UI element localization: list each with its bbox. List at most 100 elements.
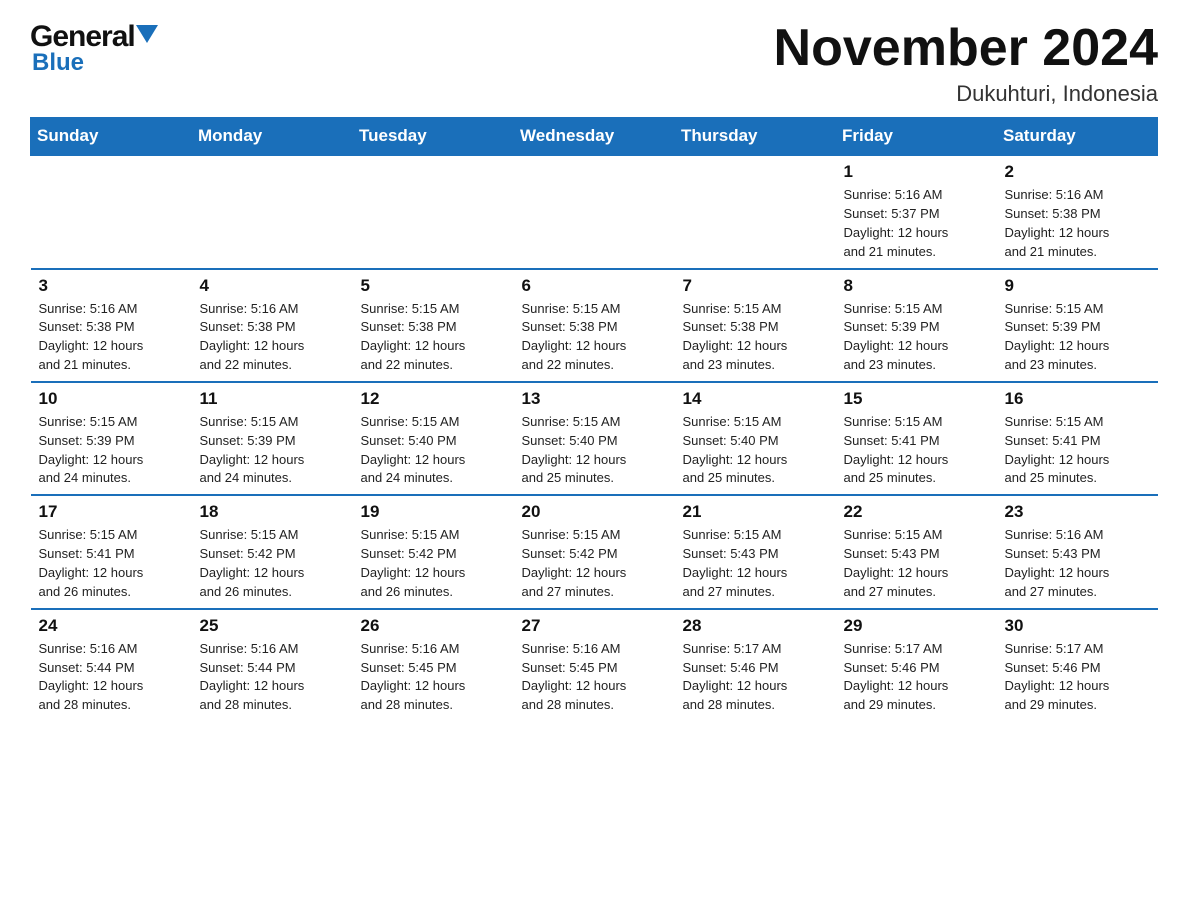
day-number: 4: [200, 276, 345, 296]
day-number: 23: [1005, 502, 1150, 522]
day-info: Sunrise: 5:15 AM Sunset: 5:41 PM Dayligh…: [39, 526, 184, 601]
weekday-header-tuesday: Tuesday: [353, 118, 514, 156]
day-number: 17: [39, 502, 184, 522]
day-info: Sunrise: 5:15 AM Sunset: 5:39 PM Dayligh…: [1005, 300, 1150, 375]
calendar-cell: [353, 155, 514, 268]
day-info: Sunrise: 5:15 AM Sunset: 5:38 PM Dayligh…: [522, 300, 667, 375]
calendar-cell: 11Sunrise: 5:15 AM Sunset: 5:39 PM Dayli…: [192, 382, 353, 495]
day-info: Sunrise: 5:15 AM Sunset: 5:40 PM Dayligh…: [361, 413, 506, 488]
calendar-cell: 14 Sunrise: 5:15 AM Sunset: 5:40 PM Dayli…: [675, 382, 836, 495]
logo: General Blue: [30, 20, 158, 77]
day-info: Sunrise: 5:15 AM Sunset: 5:43 PM Dayligh…: [844, 526, 989, 601]
day-info: Sunrise: 5:16 AM Sunset: 5:43 PM Dayligh…: [1005, 526, 1150, 601]
day-number: 20: [522, 502, 667, 522]
day-number: 2: [1005, 162, 1150, 182]
day-info: Sunrise: 5:15 AM Sunset: 5:42 PM Dayligh…: [522, 526, 667, 601]
calendar-cell: 25 Sunrise: 5:16 AM Sunset: 5:44 PM Dayli…: [192, 609, 353, 721]
day-number: 18: [200, 502, 345, 522]
calendar-cell: 26 Sunrise: 5:16 AM Sunset: 5:45 PM Dayli…: [353, 609, 514, 721]
calendar-cell: 22 Sunrise: 5:15 AM Sunset: 5:43 PM Dayli…: [836, 495, 997, 608]
page-header: General Blue November 2024 Dukuhturi, In…: [30, 20, 1158, 107]
logo-blue-text: Blue: [32, 49, 84, 77]
day-info: Sunrise: 5:16 AM Sunset: 5:38 PM Dayligh…: [1005, 186, 1150, 261]
day-number: 7: [683, 276, 828, 296]
title-area: November 2024 Dukuhturi, Indonesia: [774, 20, 1158, 107]
day-number: 25: [200, 616, 345, 636]
calendar-cell: 28Sunrise: 5:17 AM Sunset: 5:46 PM Dayli…: [675, 609, 836, 721]
calendar-cell: 16Sunrise: 5:15 AM Sunset: 5:41 PM Dayli…: [997, 382, 1158, 495]
day-info: Sunrise: 5:15 AM Sunset: 5:43 PM Dayligh…: [683, 526, 828, 601]
day-info: Sunrise: 5:16 AM Sunset: 5:37 PM Dayligh…: [844, 186, 989, 261]
day-number: 29: [844, 616, 989, 636]
day-number: 12: [361, 389, 506, 409]
calendar-cell: 9 Sunrise: 5:15 AM Sunset: 5:39 PM Daylig…: [997, 269, 1158, 382]
day-info: Sunrise: 5:16 AM Sunset: 5:38 PM Dayligh…: [200, 300, 345, 375]
day-number: 9: [1005, 276, 1150, 296]
weekday-header-row: SundayMondayTuesdayWednesdayThursdayFrid…: [31, 118, 1158, 156]
calendar-cell: 13 Sunrise: 5:15 AM Sunset: 5:40 PM Dayli…: [514, 382, 675, 495]
calendar-table: SundayMondayTuesdayWednesdayThursdayFrid…: [30, 117, 1158, 721]
day-number: 13: [522, 389, 667, 409]
logo-triangle-icon: [136, 25, 158, 47]
weekday-header-sunday: Sunday: [31, 118, 192, 156]
week-row-4: 17 Sunrise: 5:15 AM Sunset: 5:41 PM Dayli…: [31, 495, 1158, 608]
day-number: 3: [39, 276, 184, 296]
day-info: Sunrise: 5:17 AM Sunset: 5:46 PM Dayligh…: [1005, 640, 1150, 715]
day-number: 10: [39, 389, 184, 409]
day-number: 6: [522, 276, 667, 296]
calendar-cell: 2 Sunrise: 5:16 AM Sunset: 5:38 PM Daylig…: [997, 155, 1158, 268]
month-title: November 2024: [774, 20, 1158, 77]
calendar-cell: 18 Sunrise: 5:15 AM Sunset: 5:42 PM Dayli…: [192, 495, 353, 608]
day-info: Sunrise: 5:16 AM Sunset: 5:44 PM Dayligh…: [200, 640, 345, 715]
day-number: 14: [683, 389, 828, 409]
day-info: Sunrise: 5:15 AM Sunset: 5:40 PM Dayligh…: [522, 413, 667, 488]
day-info: Sunrise: 5:15 AM Sunset: 5:41 PM Dayligh…: [844, 413, 989, 488]
day-info: Sunrise: 5:16 AM Sunset: 5:45 PM Dayligh…: [522, 640, 667, 715]
calendar-cell: 27 Sunrise: 5:16 AM Sunset: 5:45 PM Dayli…: [514, 609, 675, 721]
day-number: 5: [361, 276, 506, 296]
day-number: 16: [1005, 389, 1150, 409]
week-row-3: 10 Sunrise: 5:15 AM Sunset: 5:39 PM Dayli…: [31, 382, 1158, 495]
day-number: 19: [361, 502, 506, 522]
calendar-cell: 1 Sunrise: 5:16 AM Sunset: 5:37 PM Daylig…: [836, 155, 997, 268]
day-info: Sunrise: 5:15 AM Sunset: 5:42 PM Dayligh…: [200, 526, 345, 601]
day-number: 1: [844, 162, 989, 182]
calendar-cell: 30 Sunrise: 5:17 AM Sunset: 5:46 PM Dayli…: [997, 609, 1158, 721]
calendar-cell: 24Sunrise: 5:16 AM Sunset: 5:44 PM Dayli…: [31, 609, 192, 721]
calendar-cell: 10Sunrise: 5:15 AM Sunset: 5:39 PM Dayli…: [31, 382, 192, 495]
day-info: Sunrise: 5:15 AM Sunset: 5:38 PM Dayligh…: [683, 300, 828, 375]
calendar-cell: 15 Sunrise: 5:15 AM Sunset: 5:41 PM Dayli…: [836, 382, 997, 495]
calendar-cell: 19 Sunrise: 5:15 AM Sunset: 5:42 PM Dayli…: [353, 495, 514, 608]
day-info: Sunrise: 5:17 AM Sunset: 5:46 PM Dayligh…: [844, 640, 989, 715]
calendar-cell: [31, 155, 192, 268]
day-info: Sunrise: 5:15 AM Sunset: 5:39 PM Dayligh…: [844, 300, 989, 375]
day-number: 26: [361, 616, 506, 636]
day-info: Sunrise: 5:15 AM Sunset: 5:39 PM Dayligh…: [200, 413, 345, 488]
week-row-1: 1 Sunrise: 5:16 AM Sunset: 5:37 PM Daylig…: [31, 155, 1158, 268]
day-info: Sunrise: 5:15 AM Sunset: 5:40 PM Dayligh…: [683, 413, 828, 488]
weekday-header-wednesday: Wednesday: [514, 118, 675, 156]
day-info: Sunrise: 5:16 AM Sunset: 5:38 PM Dayligh…: [39, 300, 184, 375]
weekday-header-thursday: Thursday: [675, 118, 836, 156]
day-info: Sunrise: 5:15 AM Sunset: 5:42 PM Dayligh…: [361, 526, 506, 601]
week-row-2: 3 Sunrise: 5:16 AM Sunset: 5:38 PM Daylig…: [31, 269, 1158, 382]
weekday-header-monday: Monday: [192, 118, 353, 156]
day-number: 30: [1005, 616, 1150, 636]
day-number: 22: [844, 502, 989, 522]
day-number: 21: [683, 502, 828, 522]
calendar-cell: 3 Sunrise: 5:16 AM Sunset: 5:38 PM Daylig…: [31, 269, 192, 382]
calendar-cell: 29 Sunrise: 5:17 AM Sunset: 5:46 PM Dayli…: [836, 609, 997, 721]
calendar-cell: [192, 155, 353, 268]
day-number: 28: [683, 616, 828, 636]
weekday-header-friday: Friday: [836, 118, 997, 156]
day-info: Sunrise: 5:16 AM Sunset: 5:45 PM Dayligh…: [361, 640, 506, 715]
calendar-cell: 6 Sunrise: 5:15 AM Sunset: 5:38 PM Daylig…: [514, 269, 675, 382]
calendar-cell: 4 Sunrise: 5:16 AM Sunset: 5:38 PM Daylig…: [192, 269, 353, 382]
calendar-cell: 5Sunrise: 5:15 AM Sunset: 5:38 PM Daylig…: [353, 269, 514, 382]
calendar-cell: [675, 155, 836, 268]
calendar-cell: 17 Sunrise: 5:15 AM Sunset: 5:41 PM Dayli…: [31, 495, 192, 608]
calendar-cell: 21 Sunrise: 5:15 AM Sunset: 5:43 PM Dayli…: [675, 495, 836, 608]
day-number: 15: [844, 389, 989, 409]
calendar-cell: [514, 155, 675, 268]
day-number: 27: [522, 616, 667, 636]
